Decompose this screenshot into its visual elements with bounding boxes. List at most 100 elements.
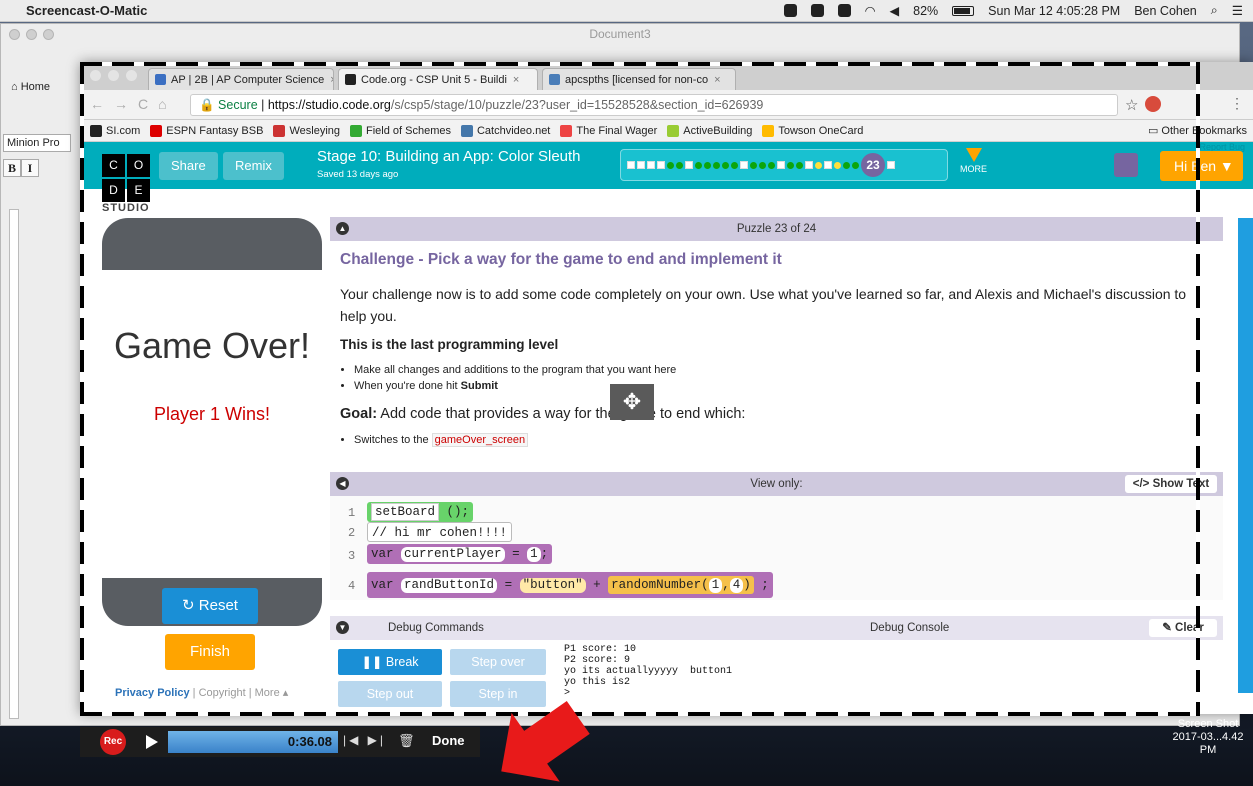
done-button[interactable]: Done xyxy=(432,733,465,748)
page-footer: Privacy Policy | Copyright | More ▴ xyxy=(115,687,289,699)
window-controls xyxy=(9,29,54,40)
font-select[interactable]: Minion Pro xyxy=(3,134,71,152)
word-title: Document3 xyxy=(589,27,651,41)
stage-title[interactable]: Stage 10: Building an App: Color Sleuth xyxy=(317,148,581,165)
word-home-tab[interactable]: ⌂ Home xyxy=(11,81,50,93)
bookmark-item[interactable]: ActiveBuilding xyxy=(667,124,752,137)
red-arrow-annotation xyxy=(501,701,590,782)
eraser-icon: ✎ xyxy=(1162,622,1176,634)
tab-code-org[interactable]: Code.org - CSP Unit 5 - Buildi × xyxy=(338,68,538,90)
trash-icon[interactable]: 🗑 xyxy=(398,733,415,749)
battery-icon[interactable] xyxy=(952,5,975,16)
status-icon[interactable] xyxy=(783,4,797,17)
tab-apcspths[interactable]: apcspths [licensed for non-co × xyxy=(542,68,736,90)
step-over-button[interactable]: Step over xyxy=(450,649,546,675)
spotlight-icon[interactable]: ⌕ xyxy=(1211,3,1218,18)
nav-buttons[interactable]: ←→C⌂ xyxy=(90,96,177,112)
capture-frame[interactable] xyxy=(1196,62,1200,716)
reset-icon: ↻ xyxy=(182,597,199,614)
code-org-logo[interactable]: CODE xyxy=(102,154,150,202)
bookmarks-bar: SI.com ESPN Fantasy BSB Wesleying Field … xyxy=(80,120,1253,142)
capture-frame[interactable] xyxy=(80,62,84,716)
show-text-button[interactable]: </> Show Text xyxy=(1125,475,1217,493)
mac-menubar: Screencast-O-Matic ◠ ◀ 82% Sun Mar 12 4:… xyxy=(0,0,1253,22)
window-controls xyxy=(90,70,137,81)
bold-button[interactable]: B xyxy=(3,159,21,177)
code-workspace[interactable]: 1 setBoard (); 2 // hi mr cohen!!!! 3 va… xyxy=(330,496,1223,600)
bookmark-item[interactable]: The Final Wager xyxy=(560,124,657,137)
debug-commands-label: Debug Commands xyxy=(388,622,484,634)
tab-favicon xyxy=(549,74,560,85)
volume-icon[interactable]: ◀ xyxy=(890,3,900,18)
bookmark-item[interactable]: Field of Schemes xyxy=(350,124,451,137)
code-block[interactable]: setBoard (); xyxy=(367,502,474,522)
clear-button[interactable]: ✎ Clear xyxy=(1149,619,1217,637)
tab-favicon xyxy=(345,74,356,85)
debug-header: ▼ Debug Commands Debug Console ✎ Clear xyxy=(330,616,1223,640)
italic-button[interactable]: I xyxy=(21,159,39,177)
reset-button[interactable]: ↻ Reset xyxy=(162,588,258,624)
address-bar-row: ←→C⌂ 🔒 Secure | https://studio.code.org/… xyxy=(80,90,1253,120)
var-block[interactable]: var randButtonId = "button" + randomNumb… xyxy=(367,572,773,598)
share-button[interactable]: Share xyxy=(159,152,218,180)
collapse-icon[interactable]: ◀ xyxy=(336,477,349,490)
finish-button[interactable]: Finish xyxy=(165,634,255,670)
bookmark-item[interactable]: Wesleying xyxy=(273,124,340,137)
desktop-screenshot-file[interactable]: Screen Shot 2017-03...4.42 PM xyxy=(1168,718,1248,757)
break-button[interactable]: ❚❚ Break xyxy=(338,649,442,675)
privacy-policy-link[interactable]: Privacy Policy xyxy=(115,687,190,699)
format-buttons: BI xyxy=(3,159,39,177)
comment-block[interactable]: // hi mr cohen!!!! xyxy=(367,522,513,542)
status-icon[interactable] xyxy=(810,4,824,17)
user-name[interactable]: Ben Cohen xyxy=(1134,4,1197,18)
current-puzzle-badge[interactable]: 23 xyxy=(861,153,885,177)
skip-icon[interactable]: |◀ ▶| xyxy=(343,733,386,747)
clock[interactable]: Sun Mar 12 4:05:28 PM xyxy=(988,4,1120,18)
debug-console-output[interactable]: P1 score: 10 P2 score: 9 yo its actually… xyxy=(564,644,1184,714)
tab-strip: AP | 2B | AP Computer Science× Code.org … xyxy=(80,62,1253,90)
move-handle-icon[interactable]: ✥ xyxy=(610,384,654,420)
screenshot-label: Screen Shot 2017-03...4.42 PM xyxy=(1172,718,1244,756)
close-icon[interactable]: × xyxy=(513,74,519,86)
remix-button[interactable]: Remix xyxy=(223,152,284,180)
bookmark-item[interactable]: Towson OneCard xyxy=(762,124,863,137)
more-triangle-icon xyxy=(965,148,982,162)
notification-icon[interactable]: ☰ xyxy=(1232,3,1243,18)
bookmark-item[interactable]: Catchvideo.net xyxy=(460,124,550,137)
studio-label: STUDIO xyxy=(102,202,150,214)
challenge-title: Challenge - Pick a way for the game to e… xyxy=(340,251,782,268)
close-icon[interactable]: × xyxy=(714,74,720,86)
collapse-icon[interactable]: ▲ xyxy=(336,222,349,235)
tab-favicon xyxy=(155,74,166,85)
phone-icon[interactable] xyxy=(1114,153,1138,177)
bookmark-star-icon[interactable]: ☆ xyxy=(1125,96,1138,114)
folder-icon: ▭ xyxy=(1147,125,1162,137)
instruction-list: Make all changes and additions to the pr… xyxy=(354,362,1203,394)
puzzle-progress: 23 xyxy=(620,149,948,181)
menu-icon[interactable]: ⋮ xyxy=(1230,95,1244,112)
lock-icon: 🔒 xyxy=(199,98,219,112)
capture-frame[interactable] xyxy=(80,712,1200,716)
close-icon[interactable]: × xyxy=(330,74,333,86)
extension-icon[interactable] xyxy=(1145,96,1161,112)
recording-time[interactable]: 0:36.08 xyxy=(168,731,338,753)
tab-ap-computer-science[interactable]: AP | 2B | AP Computer Science× xyxy=(148,68,334,90)
step-out-button[interactable]: Step out xyxy=(338,681,442,707)
record-button[interactable]: Rec xyxy=(100,729,126,755)
collapse-icon[interactable]: ▼ xyxy=(336,621,349,634)
url-bar[interactable]: 🔒 Secure | https://studio.code.org/s/csp… xyxy=(190,94,1118,116)
var-block[interactable]: var currentPlayer = 1; xyxy=(367,544,553,564)
play-icon[interactable] xyxy=(146,735,158,749)
status-icon[interactable] xyxy=(837,4,851,17)
wifi-icon[interactable]: ◠ xyxy=(865,3,876,18)
capture-frame[interactable] xyxy=(80,62,1200,66)
browser-window: AP | 2B | AP Computer Science× Code.org … xyxy=(80,62,1253,714)
bookmark-item[interactable]: ESPN Fantasy BSB xyxy=(150,124,263,137)
active-app-name[interactable]: Screencast-O-Matic xyxy=(26,3,147,18)
game-over-label: Game Over! xyxy=(113,325,311,366)
bookmark-item[interactable]: SI.com xyxy=(90,124,140,137)
battery-percent[interactable]: 82% xyxy=(913,4,938,18)
side-panel-tab[interactable] xyxy=(1238,218,1253,693)
more-button[interactable]: MORE xyxy=(960,148,987,174)
user-menu-button[interactable]: Hi Ben ▼ xyxy=(1160,151,1243,181)
